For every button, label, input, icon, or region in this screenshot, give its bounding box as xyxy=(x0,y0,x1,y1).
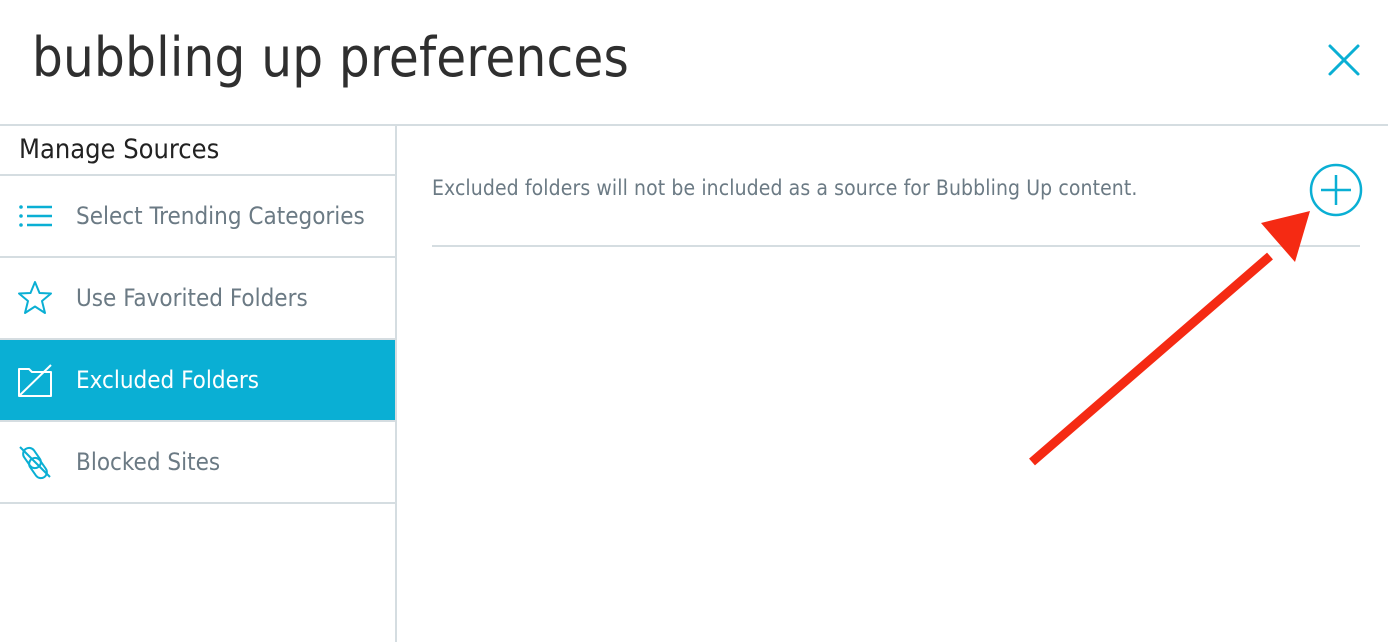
sidebar-item-label: Select Trending Categories xyxy=(76,202,365,230)
sidebar-heading: Manage Sources xyxy=(0,126,395,176)
sidebar-item-excluded-folders[interactable]: Excluded Folders xyxy=(0,340,395,422)
dialog-title: bubbling up preferences xyxy=(32,26,629,89)
sidebar-item-label: Blocked Sites xyxy=(76,448,221,476)
sidebar-item-select-trending-categories[interactable]: Select Trending Categories xyxy=(0,176,395,258)
star-icon xyxy=(18,281,52,314)
sidebar-item-label: Use Favorited Folders xyxy=(76,284,308,312)
add-button[interactable] xyxy=(1308,162,1364,218)
close-icon xyxy=(1328,44,1360,76)
sidebar-item-use-favorited-folders[interactable]: Use Favorited Folders xyxy=(0,258,395,340)
dialog-header: bubbling up preferences xyxy=(0,0,1388,124)
folder-excluded-icon xyxy=(18,364,52,397)
excluded-folders-description: Excluded folders will not be included as… xyxy=(432,176,1138,200)
content-divider xyxy=(432,245,1360,247)
add-circle-icon xyxy=(1309,163,1363,217)
sidebar-item-blocked-sites[interactable]: Blocked Sites xyxy=(0,422,395,504)
sidebar-item-label: Excluded Folders xyxy=(76,366,260,394)
list-icon xyxy=(19,205,52,227)
sidebar: Manage Sources Select Trending Categorie… xyxy=(0,126,397,642)
main-content: Excluded folders will not be included as… xyxy=(397,126,1388,642)
close-button[interactable] xyxy=(1322,38,1366,82)
blocked-site-icon xyxy=(19,446,51,480)
